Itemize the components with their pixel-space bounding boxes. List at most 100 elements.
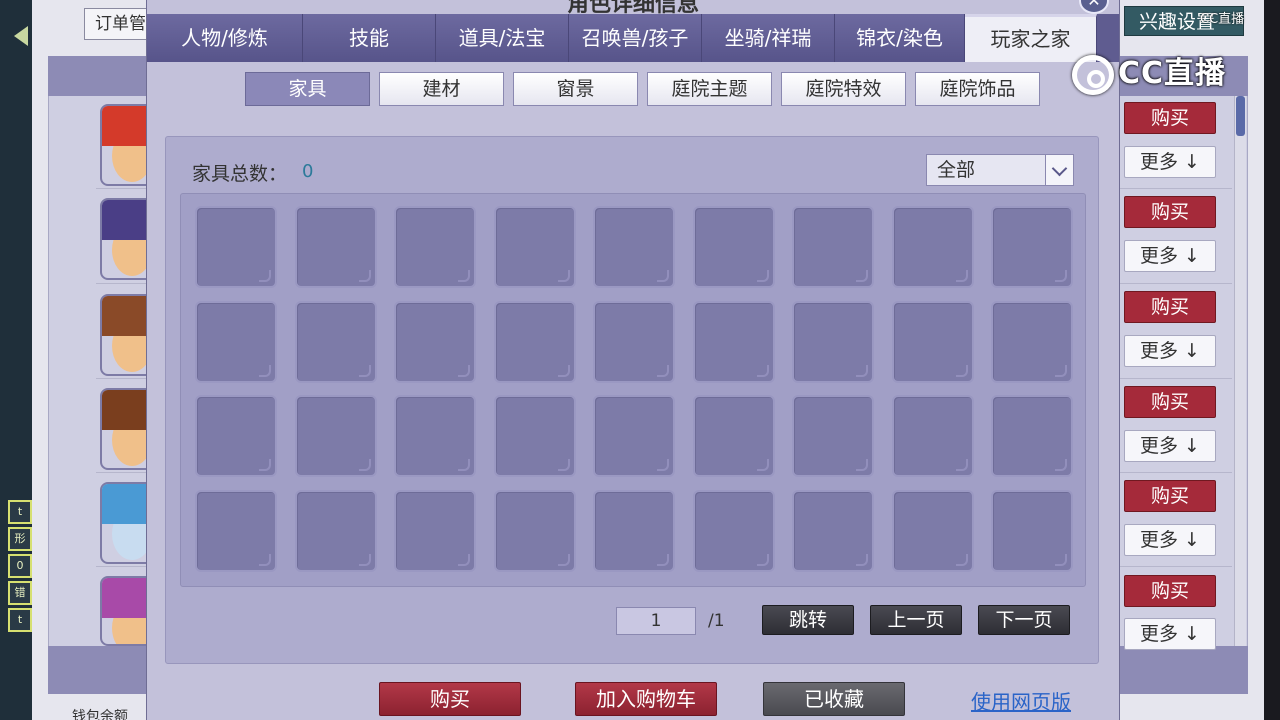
furniture-slot[interactable] — [692, 489, 775, 572]
left-badge: 0 — [8, 554, 32, 578]
tab-items-treasures[interactable]: 道具/法宝 — [436, 14, 569, 62]
character-avatar[interactable] — [100, 198, 148, 280]
tab-summons-children[interactable]: 召唤兽/孩子 — [569, 14, 702, 62]
buy-button[interactable]: 购买 — [379, 682, 521, 716]
furniture-slot[interactable] — [792, 206, 874, 288]
chevron-down-icon[interactable] — [1045, 155, 1073, 185]
character-avatar[interactable] — [100, 388, 148, 470]
category-filter-select[interactable]: 全部 — [926, 154, 1074, 186]
page-number-input[interactable]: 1 — [616, 607, 696, 635]
row-more-button[interactable]: 更多 ↓ — [1124, 240, 1216, 272]
filter-selected-value: 全部 — [937, 159, 976, 181]
furniture-slot[interactable] — [991, 206, 1073, 288]
left-badge: 形 — [8, 527, 32, 551]
furniture-slot[interactable] — [593, 300, 675, 383]
furniture-slot[interactable] — [792, 395, 874, 477]
furniture-slot[interactable] — [692, 206, 775, 288]
cc-logo-icon — [1072, 54, 1114, 95]
row-buy-button[interactable]: 购买 — [1124, 386, 1216, 418]
watermark-brand: CC直播 — [1118, 56, 1227, 91]
avatar-hair — [102, 106, 146, 146]
furniture-slot[interactable] — [891, 489, 974, 572]
character-avatar[interactable] — [100, 294, 148, 376]
furniture-slot[interactable] — [394, 489, 476, 572]
furniture-slot[interactable] — [792, 489, 874, 572]
row-more-button[interactable]: 更多 ↓ — [1124, 146, 1216, 178]
left-badge: t — [8, 608, 32, 632]
left-badge: 错 — [8, 581, 32, 605]
furniture-slot[interactable] — [991, 300, 1073, 383]
furniture-slot[interactable] — [195, 489, 277, 572]
character-avatar[interactable] — [100, 482, 148, 564]
tab-mounts[interactable]: 坐骑/祥瑞 — [702, 14, 835, 62]
furniture-slot[interactable] — [394, 300, 476, 383]
subtab-courtyard-decorations[interactable]: 庭院饰品 — [915, 72, 1040, 106]
furniture-slot[interactable] — [593, 206, 675, 288]
subtab-window-view[interactable]: 窗景 — [513, 72, 638, 106]
character-detail-dialog: 角色详细信息 ✕ 人物/修炼 技能 道具/法宝 召唤兽/孩子 坐骑/祥瑞 锦衣/… — [146, 0, 1120, 720]
subtab-furniture[interactable]: 家具 — [245, 72, 370, 106]
background-scrollbar[interactable] — [1234, 96, 1246, 646]
furniture-slot[interactable] — [593, 489, 675, 572]
furniture-slot[interactable] — [294, 489, 377, 572]
furniture-slot[interactable] — [294, 206, 377, 288]
furniture-slot-grid — [180, 193, 1086, 587]
avatar-hair — [102, 200, 146, 240]
furniture-slot[interactable] — [593, 395, 675, 477]
furniture-slot[interactable] — [195, 395, 277, 477]
tab-skills[interactable]: 技能 — [303, 14, 436, 62]
avatar-hair — [102, 578, 146, 618]
add-to-cart-button[interactable]: 加入购物车 — [575, 682, 717, 716]
furniture-slot[interactable] — [493, 489, 576, 572]
furniture-slot[interactable] — [891, 300, 974, 383]
cc-live-watermark-small: CC直播 — [1200, 12, 1245, 27]
use-web-version-link[interactable]: 使用网页版 — [971, 686, 1071, 715]
row-buy-button[interactable]: 购买 — [1124, 575, 1216, 607]
row-buy-button[interactable]: 购买 — [1124, 291, 1216, 323]
avatar-hair — [102, 296, 146, 336]
page-total: /1 — [708, 611, 725, 631]
furniture-slot[interactable] — [493, 395, 576, 477]
tab-outfits-dye[interactable]: 锦衣/染色 — [835, 14, 965, 62]
furniture-slot[interactable] — [195, 206, 277, 288]
left-arrow-icon[interactable] — [14, 26, 28, 46]
furniture-slot[interactable] — [394, 206, 476, 288]
furniture-slot[interactable] — [493, 300, 576, 383]
row-more-button[interactable]: 更多 ↓ — [1124, 618, 1216, 650]
furniture-slot[interactable] — [692, 300, 775, 383]
row-more-button[interactable]: 更多 ↓ — [1124, 430, 1216, 462]
background-scroll-thumb[interactable] — [1236, 96, 1245, 136]
avatar-hair — [102, 484, 146, 524]
prev-page-button[interactable]: 上一页 — [870, 605, 962, 635]
furniture-slot[interactable] — [195, 300, 277, 383]
furniture-slot[interactable] — [891, 206, 974, 288]
furniture-slot[interactable] — [692, 395, 775, 477]
favorited-button[interactable]: 已收藏 — [763, 682, 905, 716]
furniture-slot[interactable] — [394, 395, 476, 477]
furniture-slot[interactable] — [792, 300, 874, 383]
character-avatar[interactable] — [100, 576, 148, 646]
subtab-courtyard-effects[interactable]: 庭院特效 — [781, 72, 906, 106]
row-buy-button[interactable]: 购买 — [1124, 480, 1216, 512]
furniture-slot[interactable] — [991, 395, 1073, 477]
tab-character-cultivation[interactable]: 人物/修炼 — [147, 14, 303, 62]
furniture-slot[interactable] — [891, 395, 974, 477]
subtab-courtyard-theme[interactable]: 庭院主题 — [647, 72, 772, 106]
dialog-title-bar[interactable]: 角色详细信息 — [147, 0, 1119, 14]
dialog-title: 角色详细信息 — [566, 0, 699, 14]
subtab-building-materials[interactable]: 建材 — [379, 72, 504, 106]
row-more-button[interactable]: 更多 ↓ — [1124, 524, 1216, 556]
order-management-box[interactable]: 订单管 — [84, 8, 154, 40]
left-strip: t 形 0 错 t — [0, 0, 32, 720]
character-avatar[interactable] — [100, 104, 148, 186]
furniture-slot[interactable] — [294, 300, 377, 383]
furniture-slot[interactable] — [294, 395, 377, 477]
row-buy-button[interactable]: 购买 — [1124, 102, 1216, 134]
furniture-slot[interactable] — [493, 206, 576, 288]
jump-page-button[interactable]: 跳转 — [762, 605, 854, 635]
furniture-count-value: 0 — [302, 161, 314, 182]
row-more-button[interactable]: 更多 ↓ — [1124, 335, 1216, 367]
next-page-button[interactable]: 下一页 — [978, 605, 1070, 635]
furniture-slot[interactable] — [991, 489, 1073, 572]
row-buy-button[interactable]: 购买 — [1124, 196, 1216, 228]
